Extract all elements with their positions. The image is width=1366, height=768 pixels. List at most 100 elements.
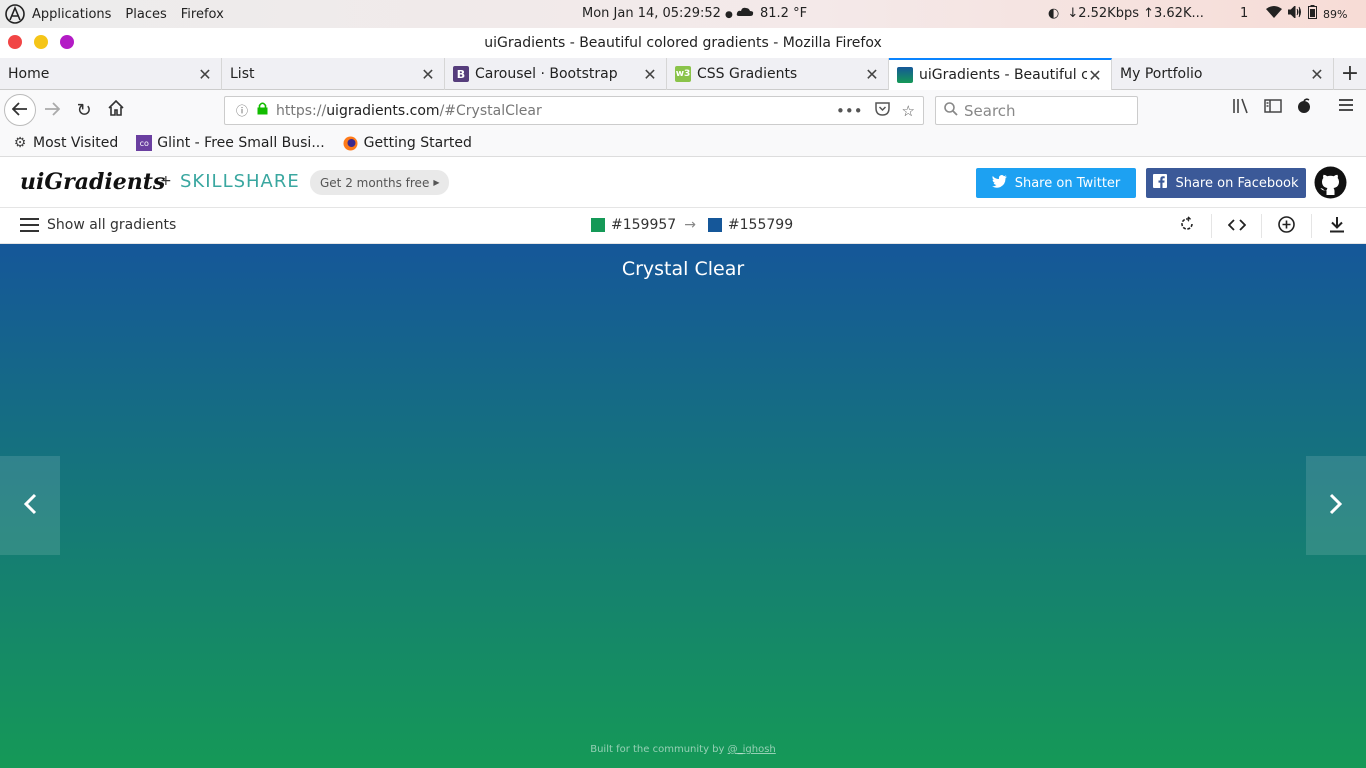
- code-icon: [1227, 217, 1246, 235]
- next-gradient-button[interactable]: [1306, 456, 1366, 555]
- tab-css-gradients[interactable]: w3 CSS Gradients ✕: [667, 58, 889, 90]
- tab-label: List: [230, 66, 255, 82]
- caret-right-icon: ▶: [433, 178, 440, 187]
- w3schools-icon: w3: [675, 66, 691, 82]
- bookmark-most-visited[interactable]: ⚙ Most Visited: [12, 135, 119, 151]
- net-speed: ↓2.52Kbps ↑3.62K...: [1067, 6, 1204, 21]
- maximize-window-button[interactable]: [60, 35, 74, 49]
- pocket-icon[interactable]: [874, 101, 890, 120]
- chevron-left-icon: [23, 488, 37, 523]
- share-twitter-button[interactable]: Share on Twitter: [976, 168, 1136, 198]
- share-facebook-button[interactable]: Share on Facebook: [1146, 168, 1306, 198]
- menu-icon[interactable]: [1338, 98, 1354, 118]
- extension-icon[interactable]: [1296, 98, 1312, 118]
- bootstrap-icon: B: [453, 66, 469, 82]
- volume-icon: [1287, 4, 1302, 22]
- info-icon[interactable]: ⓘ: [231, 102, 253, 119]
- firefox-icon: [343, 135, 359, 151]
- activities-icon[interactable]: [4, 3, 26, 25]
- tab-my-portfolio[interactable]: My Portfolio ✕: [1112, 58, 1334, 90]
- promo-button[interactable]: Get 2 months free ▶: [310, 170, 450, 195]
- skillshare-logo[interactable]: SKILLSHARE: [180, 171, 300, 192]
- uigradients-logo[interactable]: uiGradients: [20, 169, 165, 195]
- dot-icon: ●: [725, 10, 733, 20]
- search-placeholder: Search: [964, 101, 1016, 120]
- footer-credit: Built for the community by @_ighosh: [0, 744, 1366, 755]
- plus-circle-icon: [1278, 215, 1295, 237]
- applications-menu[interactable]: Applications: [32, 7, 111, 22]
- close-window-button[interactable]: [8, 35, 22, 49]
- twitter-label: Share on Twitter: [1014, 175, 1121, 191]
- home-button[interactable]: [100, 94, 132, 126]
- sidebar-icon[interactable]: [1264, 98, 1282, 118]
- gradient-toolbar: Show all gradients #159957 → #155799: [0, 208, 1366, 244]
- new-tab-button[interactable]: +: [1334, 58, 1366, 89]
- forward-button[interactable]: [36, 94, 68, 126]
- color-swatch-start: [591, 218, 605, 232]
- footer-text: Built for the community by: [590, 744, 725, 755]
- add-gradient-button[interactable]: [1262, 214, 1312, 238]
- url-text[interactable]: https://uigradients.com/#CrystalClear: [276, 103, 836, 119]
- get-css-button[interactable]: [1212, 214, 1262, 238]
- tab-label: CSS Gradients: [697, 66, 798, 82]
- weather-indicator[interactable]: 81.2 °F: [736, 6, 807, 21]
- show-all-gradients-button[interactable]: Show all gradients: [20, 217, 176, 233]
- places-menu[interactable]: Places: [125, 7, 166, 22]
- navigation-bar: ↻ ⓘ https://uigradients.com/#CrystalClea…: [0, 90, 1366, 130]
- gradient-display: Crystal Clear Built for the community by…: [0, 244, 1366, 768]
- tab-uigradients[interactable]: uiGradients - Beautiful co ✕: [889, 58, 1112, 90]
- facebook-icon: [1153, 174, 1168, 192]
- close-icon[interactable]: ✕: [864, 65, 880, 84]
- url-scheme: https://: [276, 102, 327, 119]
- gradient-tools: [1162, 214, 1362, 238]
- tab-carousel-bootstrap[interactable]: B Carousel · Bootstrap ✕: [445, 58, 667, 90]
- close-icon[interactable]: ✕: [1087, 66, 1103, 85]
- url-actions: ••• ☆: [836, 102, 915, 120]
- speaker-mute-icon: ◐: [1048, 6, 1060, 21]
- gradient-colors: #159957 → #155799: [591, 217, 793, 233]
- plus-sign: +: [160, 173, 172, 189]
- search-bar[interactable]: Search: [935, 96, 1138, 125]
- bookmark-glint[interactable]: co Glint - Free Small Busi...: [136, 135, 325, 151]
- network-monitor[interactable]: ◐ ↓2.52Kbps ↑3.62K...: [1048, 6, 1204, 21]
- tab-home[interactable]: Home ✕: [0, 58, 222, 90]
- rotate-icon: [1179, 216, 1195, 236]
- firefox-menu[interactable]: Firefox: [181, 7, 224, 22]
- download-button[interactable]: [1312, 214, 1362, 238]
- bookmark-getting-started[interactable]: Getting Started: [343, 135, 472, 151]
- library-icon[interactable]: [1232, 98, 1250, 118]
- url-path: /#CrystalClear: [439, 102, 542, 119]
- reload-button[interactable]: ↻: [68, 94, 100, 126]
- close-icon[interactable]: ✕: [420, 65, 436, 84]
- color-code-start[interactable]: #159957: [611, 217, 676, 233]
- color-code-end[interactable]: #155799: [728, 217, 793, 233]
- bookmark-label: Getting Started: [363, 135, 472, 151]
- facebook-label: Share on Facebook: [1175, 175, 1299, 191]
- system-tray[interactable]: 89%: [1266, 4, 1347, 23]
- tab-label: Carousel · Bootstrap: [475, 66, 618, 82]
- window-title: uiGradients - Beautiful colored gradient…: [484, 35, 882, 51]
- bookmark-star-icon[interactable]: ☆: [902, 102, 915, 120]
- github-icon[interactable]: [1314, 166, 1347, 199]
- site-header: uiGradients + SKILLSHARE Get 2 months fr…: [0, 157, 1366, 208]
- previous-gradient-button[interactable]: [0, 456, 60, 555]
- weather-text: 81.2 °F: [760, 6, 808, 21]
- close-icon[interactable]: ✕: [1309, 65, 1325, 84]
- tab-list[interactable]: List ✕: [222, 58, 445, 90]
- color-swatch-end: [707, 218, 722, 232]
- search-icon: [944, 101, 958, 120]
- back-button[interactable]: [4, 94, 36, 126]
- uigradients-icon: [897, 67, 913, 83]
- clock[interactable]: Mon Jan 14, 05:29:52 ●: [582, 6, 733, 21]
- author-link[interactable]: @_ighosh: [728, 744, 776, 755]
- url-bar[interactable]: ⓘ https://uigradients.com/#CrystalClear …: [224, 96, 924, 125]
- workspace-indicator[interactable]: 1: [1240, 6, 1248, 21]
- home-icon: [108, 99, 124, 121]
- bookmark-label: Glint - Free Small Busi...: [157, 135, 325, 151]
- close-icon[interactable]: ✕: [197, 65, 213, 84]
- rotate-button[interactable]: [1162, 214, 1212, 238]
- minimize-window-button[interactable]: [34, 35, 48, 49]
- arrow-right-icon: [44, 100, 61, 121]
- close-icon[interactable]: ✕: [642, 65, 658, 84]
- more-actions-icon[interactable]: •••: [836, 102, 863, 120]
